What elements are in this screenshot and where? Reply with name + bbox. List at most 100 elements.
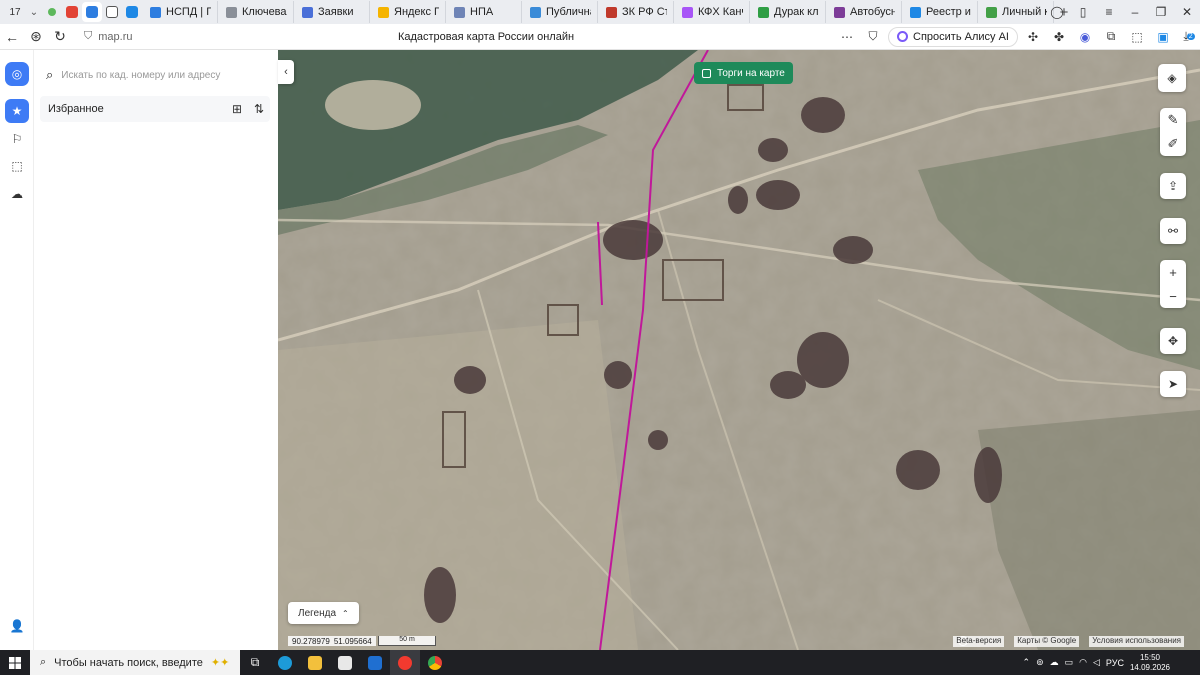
pinned-tab-leaf[interactable] — [42, 2, 62, 22]
file-explorer-icon[interactable] — [300, 650, 330, 675]
minimize-icon[interactable]: – — [1122, 5, 1148, 19]
language-indicator[interactable]: РУС — [1106, 658, 1124, 668]
draw-tools-group: ✎ ✐ — [1160, 108, 1186, 156]
cloud-upload-button[interactable]: ⇪ — [1160, 173, 1186, 199]
tab-count-button[interactable]: 17 — [4, 3, 26, 21]
layers-button[interactable]: ◈ — [1158, 64, 1186, 92]
browser-tab[interactable]: Личный ка — [980, 1, 1054, 23]
store-icon[interactable] — [330, 650, 360, 675]
ask-alisa-button[interactable]: Спросить Алису AI — [888, 26, 1018, 47]
extension-icon-4[interactable]: ⬚ — [1126, 27, 1148, 47]
pinned-tab-active[interactable] — [82, 2, 102, 22]
share-button[interactable]: ⚯ — [1160, 218, 1186, 244]
browser-tab[interactable]: Публичная — [524, 1, 598, 23]
browser-tab[interactable]: НПА — [448, 1, 522, 23]
wifi-icon[interactable]: ◠ — [1079, 657, 1087, 668]
terms-link[interactable]: Условия использования — [1089, 636, 1184, 647]
extensions-puzzle-icon[interactable]: ⧉ — [1100, 27, 1122, 47]
extension-icon-1[interactable]: ✣ — [1022, 27, 1044, 47]
browser-tab[interactable]: Ключевая с — [220, 1, 294, 23]
browser-tab[interactable]: Дурак клас — [752, 1, 826, 23]
locate-me-button[interactable]: ➤ — [1160, 371, 1186, 397]
chevron-up-icon[interactable]: ⌃ — [1023, 657, 1031, 668]
checkbox-icon — [702, 68, 711, 78]
zoom-out-button[interactable]: − — [1160, 284, 1186, 308]
taskbar-search-input[interactable]: ⌕ Чтобы начать поиск, введите ✦✦ — [30, 650, 240, 675]
add-folder-icon[interactable]: ⊞ — [226, 102, 248, 116]
windows-taskbar: ⌕ Чтобы начать поиск, введите ✦✦ ⧉ ⌃ ⊚ ☁… — [0, 650, 1200, 675]
pinned-tab-gmail[interactable] — [62, 2, 82, 22]
mail-icon[interactable] — [360, 650, 390, 675]
edge-icon[interactable] — [270, 650, 300, 675]
display-icon[interactable]: ▭ — [1065, 657, 1074, 668]
onedrive-icon[interactable]: ☁ — [1050, 657, 1059, 668]
tab-favicon-icon — [150, 6, 161, 18]
favorites-star-icon[interactable]: ★ — [5, 99, 29, 123]
volume-icon[interactable]: ◁ — [1093, 657, 1100, 668]
task-view-icon[interactable]: ⧉ — [240, 650, 270, 675]
map-attribution: Карты © Google — [1014, 636, 1080, 647]
pinned-tab-doc[interactable] — [102, 2, 122, 22]
close-icon[interactable]: ✕ — [1174, 5, 1200, 19]
browser-tab-strip: 17 ⌄ НСПД | ГеоКлючевая сЗаявкиЯндекс По… — [0, 0, 1200, 24]
chevron-down-icon[interactable]: ⌄ — [26, 7, 42, 18]
browser-tab[interactable]: Заявки — [296, 1, 370, 23]
coordinates-readout: 90.278979 51.095664 — [288, 636, 376, 646]
maximize-icon[interactable]: ❐ — [1148, 5, 1174, 19]
chevron-up-icon: ⌃ — [342, 608, 349, 618]
auctions-toggle[interactable]: Торги на карте — [694, 62, 793, 84]
satellite-map[interactable]: Торги на карте ◈ ✎ ✐ ⇪ ⚯ + − ✥ ➤ Легенда… — [278, 50, 1200, 650]
filter-settings-icon[interactable]: ⇅ — [248, 102, 270, 116]
favorites-row[interactable]: Избранное ⊞ ⇅ — [40, 96, 270, 122]
ruler-pencil-icon[interactable]: ✎ — [1160, 108, 1186, 132]
bookmarks-icon[interactable]: ▯ — [1070, 5, 1096, 19]
user-icon[interactable]: 👤 — [5, 614, 29, 638]
start-button[interactable] — [0, 656, 30, 669]
tab-favicon-icon — [226, 6, 237, 18]
legend-button[interactable]: Легенда ⌃ — [288, 602, 359, 624]
route-icon[interactable]: ⚐ — [5, 127, 29, 151]
tab-favicon-icon — [758, 6, 769, 18]
browser-tab[interactable]: Реестр изв — [904, 1, 978, 23]
zoom-in-button[interactable]: + — [1160, 260, 1186, 284]
scale-bar: 50 m — [378, 636, 436, 646]
system-tray: ⌃ ⊚ ☁ ▭ ◠ ◁ РУС 15:50 14.09.2026 — [1023, 650, 1200, 675]
chrome-icon[interactable] — [420, 650, 450, 675]
address-bar: ← ⊛ ↻ ⛉ map.ru Кадастровая карта России … — [0, 24, 1200, 50]
beta-label[interactable]: Beta-версия — [953, 636, 1005, 647]
clock[interactable]: 15:50 14.09.2026 — [1130, 653, 1170, 673]
browser-tab[interactable]: Яндекс По — [372, 1, 446, 23]
browser-tab[interactable]: КФХ Канчь — [676, 1, 750, 23]
satellite-imagery — [278, 50, 1200, 650]
more-icon[interactable]: ⋯ — [836, 27, 858, 47]
yandex-browser-icon[interactable] — [390, 650, 420, 675]
search-icon: ⌕ — [46, 67, 54, 82]
app-logo-icon[interactable]: ◎ — [5, 62, 29, 86]
pinned-tab-c[interactable] — [122, 2, 142, 22]
extension-icon-2[interactable]: ✤ — [1048, 27, 1070, 47]
network-icon[interactable]: ⊚ — [1036, 657, 1044, 668]
extension-icon-3[interactable]: ◉ — [1074, 27, 1096, 47]
bookmark-icon[interactable]: ⛉ — [862, 27, 884, 47]
cloud-icon[interactable]: ☁ — [5, 182, 29, 206]
browser-tab[interactable]: Автобусна — [828, 1, 902, 23]
extension-icon-5[interactable]: ▣ — [1152, 27, 1174, 47]
cadastral-search-input[interactable]: ⌕ Искать по кад. номеру или адресу — [40, 62, 270, 88]
browser-tab[interactable]: ЗК РФ Стат — [600, 1, 674, 23]
move-button[interactable]: ✥ — [1160, 328, 1186, 354]
left-rail: ◎ ★ ⚐ ⬚ ☁ 👤 — [0, 50, 34, 650]
tab-favicon-icon — [530, 6, 541, 18]
search-icon: ⌕ — [40, 656, 47, 668]
profile-icon[interactable]: ◯ — [1044, 5, 1070, 19]
select-area-icon[interactable]: ⬚ — [5, 154, 29, 178]
browser-tab[interactable]: НСПД | Гео — [144, 1, 218, 23]
tab-favicon-icon — [302, 6, 313, 18]
zoom-controls: + − — [1160, 260, 1186, 308]
menu-icon[interactable]: ≡ — [1096, 5, 1122, 19]
collapse-panel-button[interactable]: ‹ — [278, 60, 294, 84]
sparkle-icon: ✦✦ — [210, 657, 230, 669]
tab-favicon-icon — [834, 6, 845, 18]
edit-icon[interactable]: ✐ — [1160, 132, 1186, 156]
downloads-icon[interactable]: ⤓2 — [1178, 27, 1200, 47]
side-panel: ⌕ Искать по кад. номеру или адресу Избра… — [34, 50, 278, 650]
